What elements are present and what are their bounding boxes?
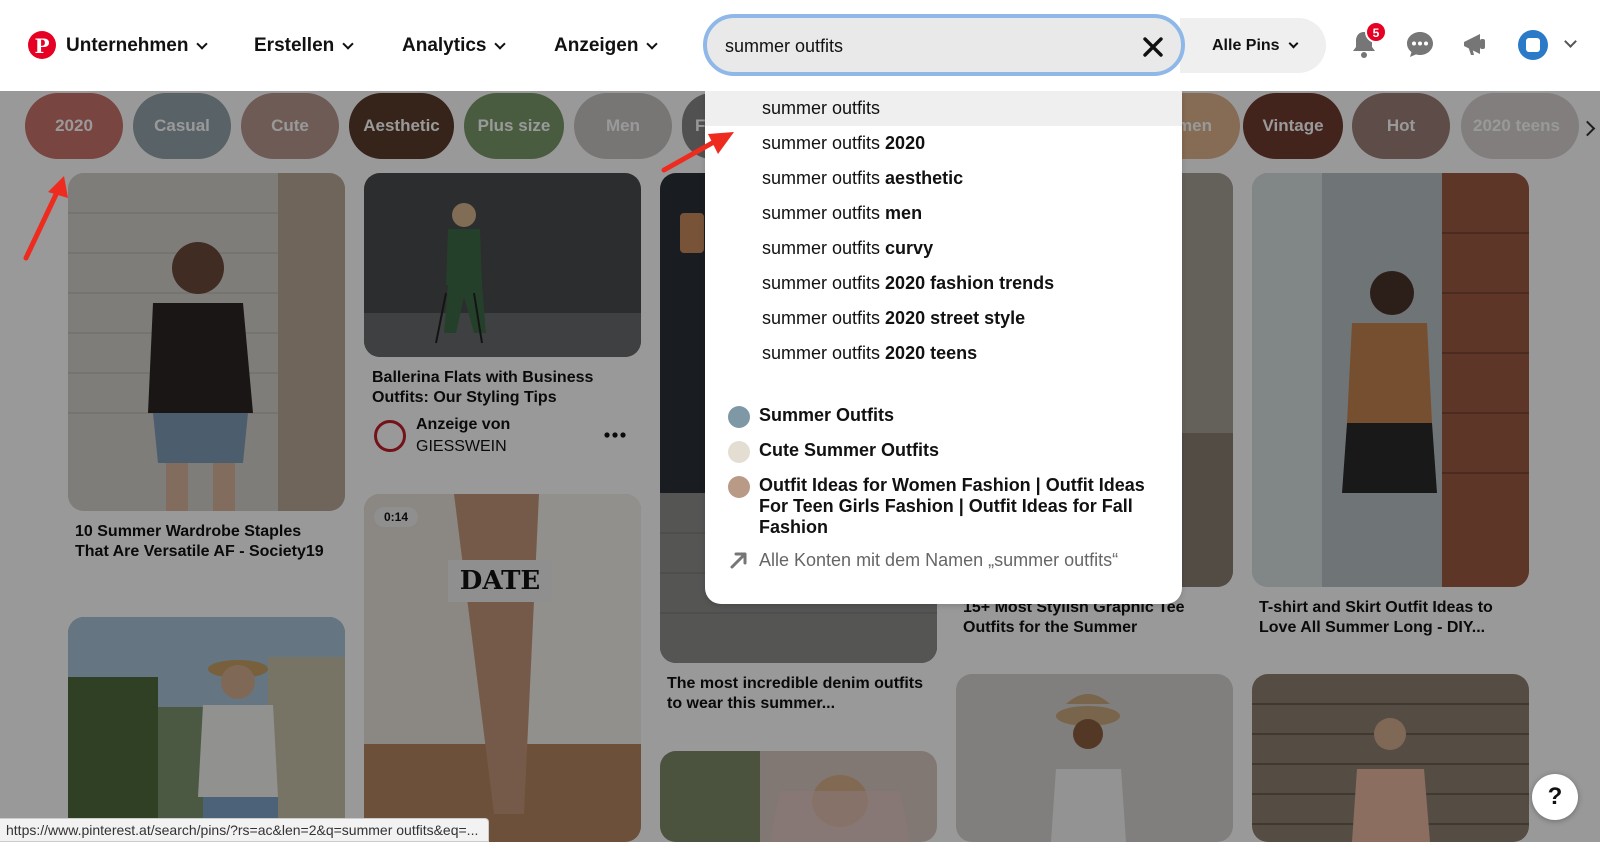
nav-label: Anzeigen [554,35,639,56]
pinterest-logo-icon[interactable]: P [28,31,56,59]
chevron-down-icon [1288,38,1299,48]
arrow-up-right-icon [730,552,747,569]
nav-anzeigen-menu[interactable]: Anzeigen [554,34,659,58]
chevron-down-icon [342,37,354,50]
suggestion-item[interactable]: summer outfits 2020 street style [705,301,1182,336]
board-thumbnail [728,476,750,498]
board-name: Cute Summer Outfits [759,440,940,460]
suggestion-item[interactable]: summer outfits curvy [705,231,1182,266]
search-input[interactable] [725,33,1125,59]
messages-icon[interactable] [1404,28,1436,60]
board-thumbnail [728,406,750,428]
board-thumbnail [728,441,750,463]
chevron-down-icon [646,37,659,50]
all-accounts-label: Alle Konten mit dem Namen „summer outfit… [759,549,1119,570]
help-button[interactable]: ? [1532,774,1578,820]
nav-analytics-menu[interactable]: Analytics [402,34,507,58]
search-scope-label: Alle Pins [1212,36,1280,54]
nav-label: Analytics [402,35,487,56]
notification-count-badge: 5 [1365,21,1387,43]
account-avatar[interactable] [1518,30,1548,60]
top-navigation-bar: P Unternehmen Erstellen Analytics Anzeig… [0,0,1600,91]
suggestion-item[interactable]: summer outfits 2020 [705,126,1182,161]
nav-erstellen-menu[interactable]: Erstellen [254,34,354,58]
search-scope-dropdown[interactable]: Alle Pins [1180,18,1326,73]
board-suggestion[interactable]: Outfit Ideas for Women Fashion | Outfit … [728,475,1159,538]
chevron-down-icon [494,37,507,50]
close-icon[interactable] [1141,35,1165,59]
board-name: Outfit Ideas for Women Fashion | Outfit … [759,475,1145,537]
all-accounts-search-link[interactable]: Alle Konten mit dem Namen „summer outfit… [728,549,1118,571]
suggestion-item[interactable]: summer outfits aesthetic [705,161,1182,196]
suggestion-item[interactable]: summer outfits [705,91,1182,126]
suggestion-item[interactable]: summer outfits 2020 fashion trends [705,266,1182,301]
nav-label: Unternehmen [66,35,189,56]
board-suggestion[interactable]: Cute Summer Outfits [728,440,1159,463]
suggestion-item[interactable]: summer outfits 2020 teens [705,336,1182,371]
board-name: Summer Outfits [759,405,895,425]
megaphone-updates-icon[interactable] [1460,28,1492,60]
search-suggestions-dropdown: summer outfits summer outfits 2020 summe… [705,91,1182,604]
browser-status-url: https://www.pinterest.at/search/pins/?rs… [0,818,490,842]
account-options-chevron-icon[interactable] [1564,35,1577,48]
search-box [703,14,1185,76]
chevron-down-icon [196,37,209,50]
nav-unternehmen-menu[interactable]: Unternehmen [66,34,209,58]
suggestion-item[interactable]: summer outfits men [705,196,1182,231]
nav-label: Erstellen [254,35,335,56]
board-suggestion[interactable]: Summer Outfits [728,405,1159,428]
